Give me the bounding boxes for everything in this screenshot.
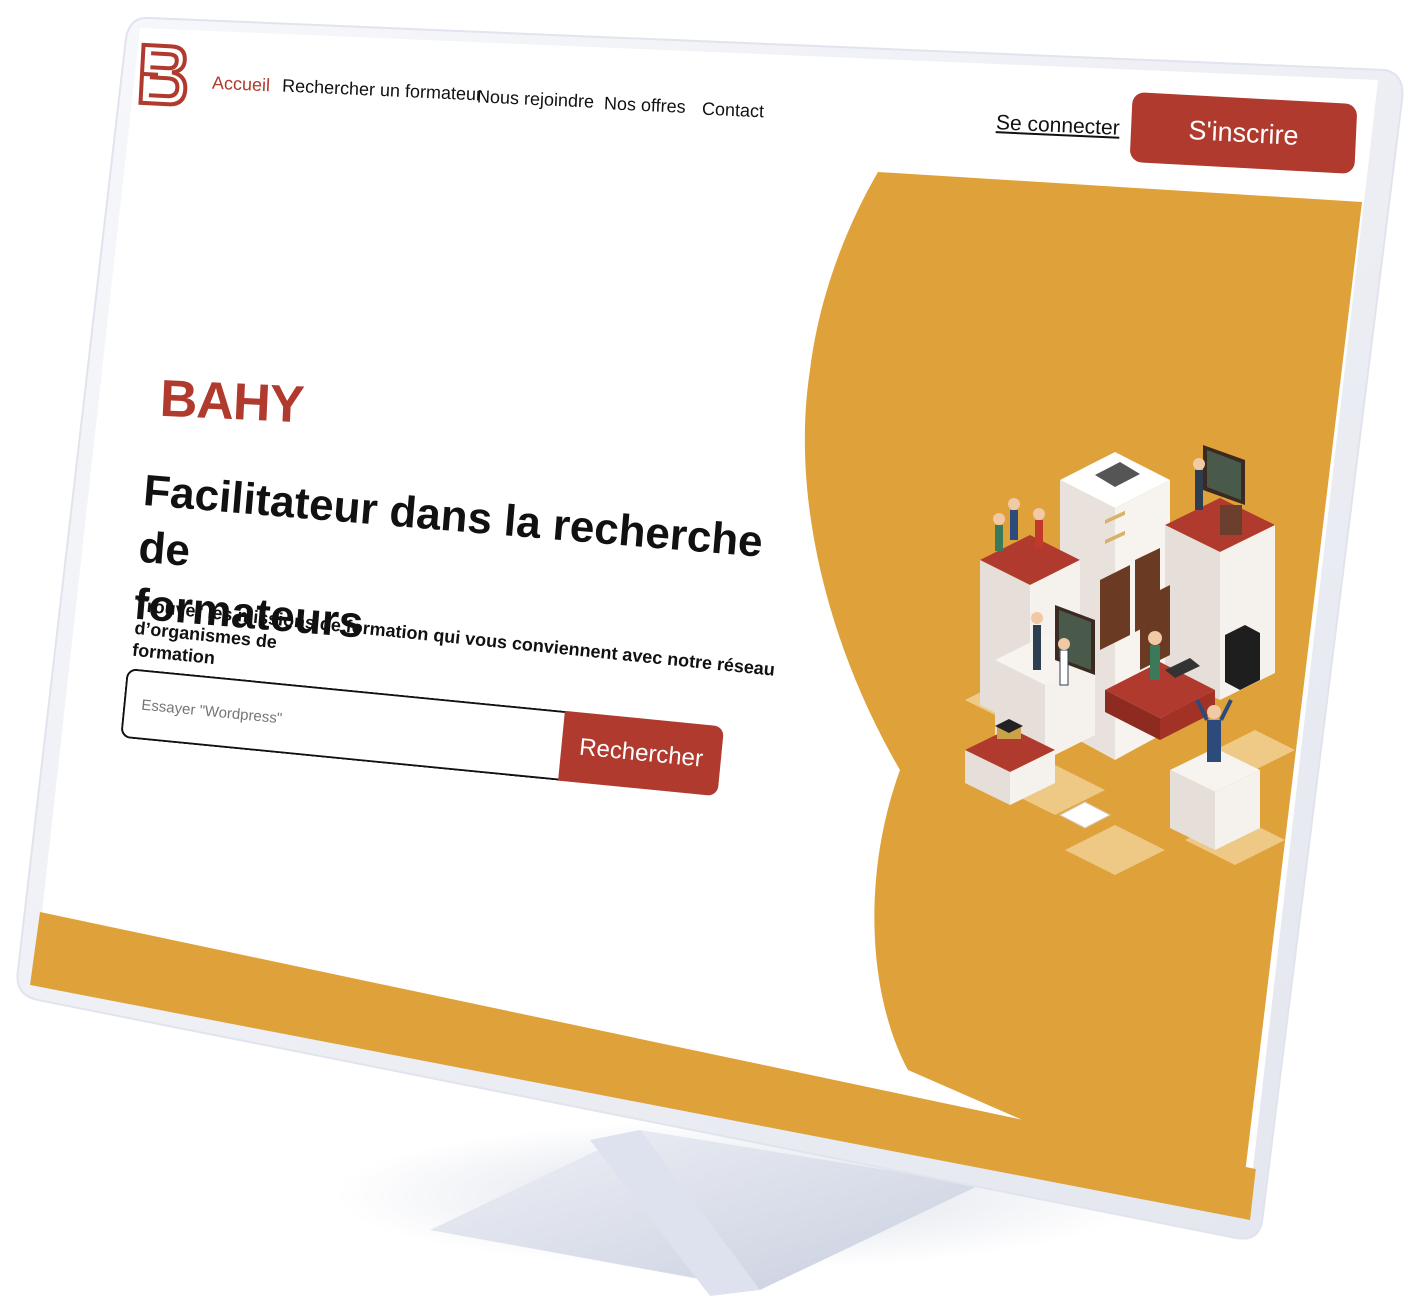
hero-brand: BAHY — [158, 369, 305, 435]
nav-item-nos-offres[interactable]: Nos offres — [604, 93, 687, 118]
signup-button[interactable]: S'inscrire — [1129, 91, 1358, 175]
isometric-training-illustration — [965, 445, 1295, 875]
logo-icon[interactable] — [136, 42, 192, 108]
nav-item-contact[interactable]: Contact — [702, 99, 765, 123]
nav-item-accueil[interactable]: Accueil — [212, 73, 271, 97]
